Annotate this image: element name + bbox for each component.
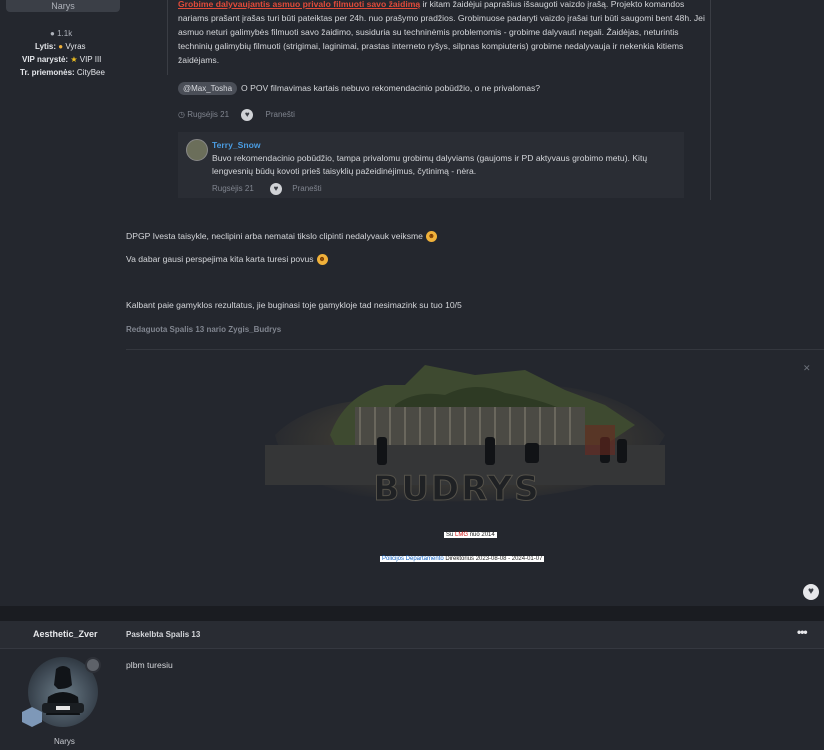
heart-icon[interactable]: ♥ [270, 183, 283, 195]
post-count: ● 1.1k [50, 29, 73, 38]
quote-actions: ◷ Rugsėjis 21 ♥ Pranešti [178, 109, 295, 121]
department-link[interactable]: Policijos Departamento [382, 556, 444, 562]
signature-since: Su LMG nuo 2014 [444, 532, 497, 538]
report-link[interactable]: Pranešti [266, 110, 295, 119]
quote-border-right [710, 0, 711, 200]
reply-date[interactable]: Rugsėjis 21 [212, 184, 254, 193]
reply-avatar[interactable] [186, 139, 208, 161]
post-menu-icon[interactable]: ••• [797, 625, 808, 639]
next-post-message: plbm turesiu [126, 660, 173, 670]
heart-icon[interactable]: ♥ [241, 109, 254, 121]
quote-date[interactable]: Rugsėjis 21 [187, 110, 229, 119]
quote-question: @Max_Tosha O POV filmavimas kartais nebuv… [178, 82, 540, 95]
rule-highlight: Grobime dalyvaujantis asmuo privalo film… [178, 0, 421, 9]
post-separator [0, 606, 824, 621]
svg-text:BUDRYS: BUDRYS [373, 469, 540, 509]
post-line-2: Va dabar gausi perspejima kita karta tur… [126, 254, 328, 266]
author-sidebar: Narys ● 1.1k Lytis: ● Vyras VIP narystė:… [0, 0, 140, 605]
clock-icon: ◷ [178, 110, 185, 120]
heart-icon[interactable]: ♥ [803, 584, 819, 600]
mention-link[interactable]: @Max_Tosha [178, 82, 238, 95]
quote-border-left [167, 0, 168, 75]
gender-row: Lytis: ● Vyras [35, 42, 86, 51]
post-line-1: DPGP Ivesta taisykle, neclipini arba nem… [126, 231, 437, 243]
vip-row: VIP narystė: ★ VIP III [22, 55, 102, 64]
star-icon: ★ [70, 55, 78, 64]
grinning-emoji-icon: ☻ [425, 231, 437, 243]
signature-banner: BUDRYS [265, 365, 665, 510]
next-post-header [0, 621, 824, 648]
post-line-3: Kalbant paie gamyklos rezultatus, jie bu… [126, 300, 462, 310]
grinning-emoji-icon: ☻ [316, 254, 328, 266]
rank-pill: Narys [6, 0, 120, 12]
next-post-date[interactable]: Paskelbta Spalis 13 [126, 630, 200, 639]
reply-author[interactable]: Terry_Snow [212, 140, 261, 150]
reply-actions: Rugsėjis 21 ♥ Pranešti [212, 183, 322, 195]
edited-note: Redaguota Spalis 13 nario Zygis_Budrys [126, 325, 282, 334]
next-post-author[interactable]: Aesthetic_Zver [33, 629, 98, 639]
reply-report-link[interactable]: Pranešti [292, 184, 321, 193]
vehicle-row: Tr. priemonės: CityBee [20, 68, 105, 77]
reply-text: Buvo rekomendacinio pobūdžio, tampa priv… [212, 153, 648, 176]
status-indicator [85, 657, 101, 673]
next-post-rank: Narys [54, 737, 75, 746]
signature-close-icon[interactable]: ✕ [803, 363, 811, 374]
gender-icon: ● [58, 42, 64, 51]
signature-department: Policijos Departamento Direktorius 2023-… [380, 556, 545, 562]
signature-divider [126, 349, 824, 350]
quoted-rule-text: Grobime dalyvaujantis asmuo privalo film… [178, 0, 705, 65]
comment-icon: ● [50, 29, 55, 38]
header-divider [0, 648, 824, 649]
